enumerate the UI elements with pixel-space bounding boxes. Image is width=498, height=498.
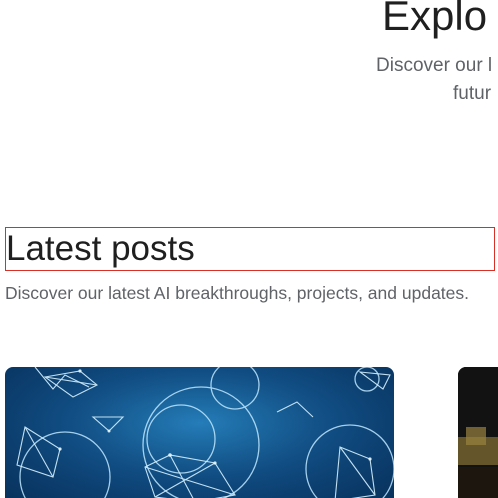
post-card-image[interactable] [5, 367, 394, 498]
latest-posts-description: Discover our latest AI breakthroughs, pr… [5, 283, 470, 303]
hero-subtitle-line-2: futur [453, 83, 492, 104]
hero-subtitle-line-1: Discover our l [376, 55, 493, 76]
partial-photo-image [458, 367, 498, 498]
hero-title: Explo [382, 0, 488, 39]
latest-posts-header: Latest posts [5, 227, 495, 271]
post-card-image-2[interactable] [458, 367, 498, 498]
page: Explo Discover our l futur Latest posts … [0, 0, 498, 498]
hero-subtitle: Discover our l futur [376, 52, 498, 108]
abstract-network-image [5, 367, 394, 498]
latest-posts-title: Latest posts [6, 229, 195, 268]
